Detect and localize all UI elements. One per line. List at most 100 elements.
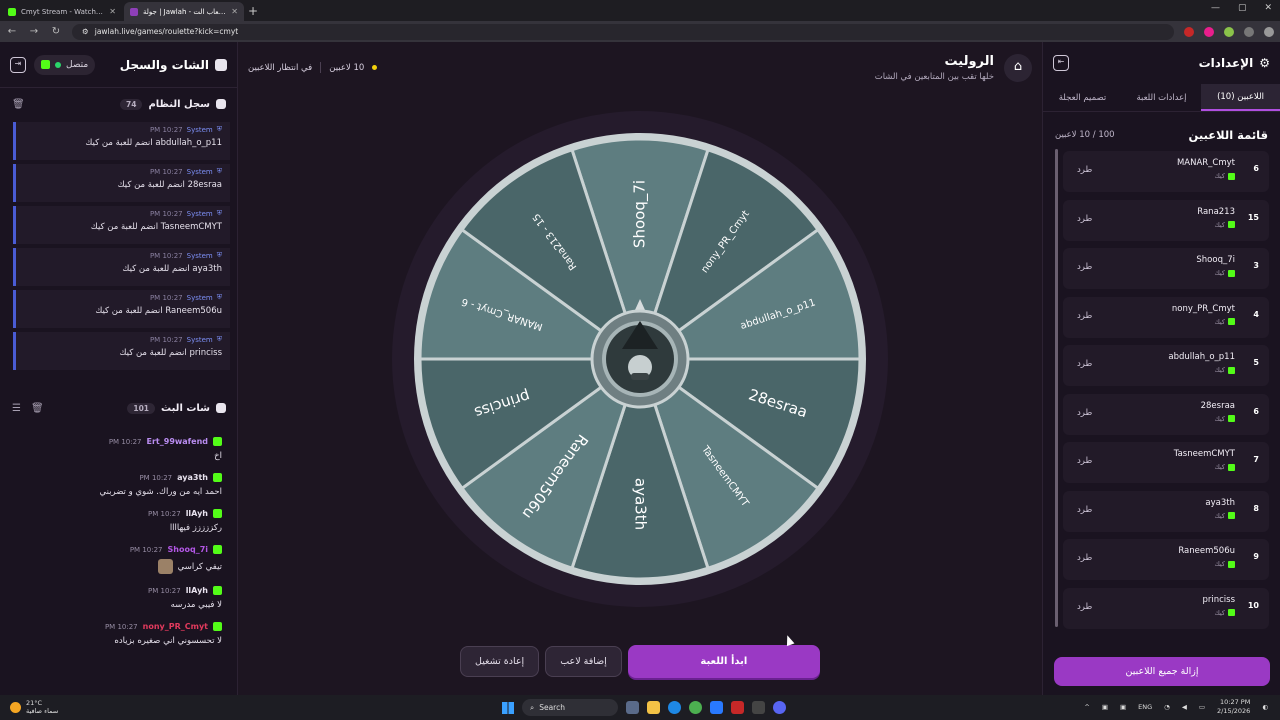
chat-username[interactable]: llAyh	[186, 586, 208, 595]
chat-username[interactable]: Ert_99wafend	[147, 437, 208, 446]
wifi-icon[interactable]: ◔	[1164, 703, 1170, 711]
weather-widget[interactable]: 21°C سماء صافية	[10, 699, 58, 715]
kick-player-button[interactable]: طرد	[1077, 262, 1092, 272]
player-platform: كيك	[1214, 172, 1235, 180]
roulette-wheel[interactable]: Shooq_7i nony_PR_Cmyt abdullah_o_p11 28esra…	[390, 109, 890, 609]
tray-app-icon[interactable]: ▣	[1102, 703, 1108, 711]
chat-username[interactable]: nony_PR_Cmyt	[143, 622, 208, 631]
close-window-icon[interactable]: ✕	[1264, 3, 1272, 13]
collapse-panel-icon[interactable]: ⇥	[10, 56, 26, 73]
home-button[interactable]: ⌂	[1004, 54, 1032, 82]
player-platform: كيك	[1214, 609, 1235, 617]
chat-time: 10:27 PM	[148, 586, 181, 595]
kick-icon	[1228, 221, 1235, 228]
collapse-settings-icon[interactable]: ⇤	[1053, 55, 1069, 71]
url-field[interactable]: ⚙ jawlah.live/games/roulette?kick=cmyt	[72, 23, 1174, 40]
kick-player-button[interactable]: طرد	[1077, 456, 1092, 466]
log-sender: System	[186, 167, 213, 176]
tab-wheel-design[interactable]: تصميم العجلة	[1043, 84, 1122, 111]
chat-username[interactable]: aya3th	[177, 473, 208, 482]
tab-title: جولة | Jawlah - منصة الألعاب الت	[143, 7, 227, 16]
divider	[320, 62, 322, 73]
settings-title: ⚙ الإعدادات	[1199, 56, 1270, 70]
settings-header: ⇤ ⚙ الإعدادات	[1043, 42, 1280, 84]
kick-player-button[interactable]: طرد	[1077, 408, 1092, 418]
tab-game-settings[interactable]: إعدادات اللعبة	[1122, 84, 1201, 111]
app-icon[interactable]	[731, 701, 744, 714]
kick-player-button[interactable]: طرد	[1077, 602, 1092, 612]
volume-icon[interactable]: ◀	[1182, 703, 1187, 711]
player-name: Shooq_7i	[1196, 255, 1235, 265]
player-row: 9 Raneem506u كيك طرد	[1063, 539, 1269, 580]
player-rank: 6	[1253, 406, 1259, 416]
extension-icon[interactable]	[1184, 26, 1194, 37]
chat-message-meta: llAyh 10:27 PM	[16, 509, 222, 518]
tray-app-icon[interactable]: ▣	[1120, 703, 1126, 711]
live-chat-title-text: شات البث	[161, 402, 210, 414]
chat-username[interactable]: Shooq_7i	[168, 545, 208, 554]
add-player-button[interactable]: إضافة لاعب	[545, 646, 622, 677]
shield-icon: ⛨	[216, 251, 222, 259]
restart-button[interactable]: إعادة تشغيل	[460, 646, 540, 677]
kick-player-button[interactable]: طرد	[1077, 214, 1092, 224]
extension-icon[interactable]	[1224, 26, 1234, 37]
chrome-icon[interactable]	[689, 701, 702, 714]
filter-icon[interactable]: ☰	[12, 403, 21, 414]
taskbar-search[interactable]: ⌕ Search	[522, 699, 618, 716]
kick-player-button[interactable]: طرد	[1077, 165, 1092, 175]
player-name: MANAR_Cmyt	[1176, 158, 1235, 168]
extension-icon[interactable]	[1204, 26, 1214, 37]
language-indicator[interactable]: ENG	[1138, 703, 1152, 711]
app-icon[interactable]	[752, 701, 765, 714]
kick-player-button[interactable]: طرد	[1077, 311, 1092, 321]
player-row: 6 28esraa كيك طرد	[1063, 393, 1269, 435]
browser-tab-jawlah[interactable]: جولة | Jawlah - منصة الألعاب الت ✕	[124, 2, 244, 21]
new-tab-button[interactable]: +	[244, 3, 262, 21]
close-tab-icon[interactable]: ✕	[109, 7, 116, 16]
extensions-puzzle-icon[interactable]	[1244, 26, 1254, 37]
chat-message-meta: llAyh 10:27 PM	[16, 586, 222, 595]
player-row: 3 Shooq_7i كيك طرد	[1063, 248, 1269, 289]
online-dot-icon	[55, 61, 61, 68]
battery-icon[interactable]: ▭	[1199, 703, 1205, 711]
kick-player-button[interactable]: طرد	[1077, 553, 1092, 563]
minimize-icon[interactable]: —	[1211, 3, 1220, 13]
chat-time: 10:27 PM	[129, 545, 163, 554]
browser-tab-kick[interactable]: Cmyt Stream - Watch Live on K ✕	[2, 2, 122, 21]
remove-all-players-button[interactable]: إزالة جميع اللاعبين	[1054, 657, 1270, 686]
log-text: aya3th انضم للعبة من كيك	[122, 264, 222, 274]
players-status: 10 لاعبين في انتظار اللاعبين	[248, 62, 378, 73]
profile-avatar-icon[interactable]	[1264, 26, 1274, 37]
chat-username[interactable]: llAyh	[186, 509, 208, 518]
taskbar-clock[interactable]: 10:27 PM 2/15/2026	[1217, 698, 1250, 716]
tab-players[interactable]: اللاعبين (10)	[1201, 84, 1280, 111]
windows-start-icon[interactable]	[502, 701, 514, 714]
chat-text: تيفي كراسي	[177, 561, 222, 572]
maximize-icon[interactable]: ▢	[1238, 3, 1247, 13]
player-platform: كيك	[1214, 221, 1235, 229]
system-log-entry: ⛨ System 10:27 PM Raneem506u انضم للعبة من …	[13, 290, 230, 328]
tray-chevron-icon[interactable]: ^	[1084, 703, 1089, 711]
task-view-icon[interactable]	[626, 701, 639, 714]
discord-icon[interactable]	[773, 701, 786, 714]
chat-message: Ert_99wafend 10:27 PM اخ	[0, 437, 238, 461]
clear-log-trash-icon[interactable]: 🗑	[12, 99, 25, 110]
start-game-button[interactable]: ابدأ اللعبة	[627, 645, 820, 678]
clear-chat-trash-icon[interactable]: 🗑	[31, 403, 44, 414]
file-explorer-icon[interactable]	[647, 701, 660, 714]
close-tab-icon[interactable]: ✕	[231, 7, 238, 16]
chat-text: لا فيبي مدرسه	[170, 600, 222, 610]
kick-player-button[interactable]: طرد	[1077, 359, 1092, 369]
reload-icon[interactable]: ↻	[50, 26, 62, 37]
mail-icon[interactable]	[710, 701, 723, 714]
kick-player-button[interactable]: طرد	[1077, 505, 1092, 515]
back-icon[interactable]: ←	[6, 26, 18, 37]
edge-icon[interactable]	[668, 701, 681, 714]
players-count-text: 10 لاعبين	[329, 62, 365, 73]
forward-icon[interactable]: →	[28, 26, 40, 37]
player-rank: 10	[1247, 600, 1259, 610]
site-info-icon[interactable]: ⚙	[82, 27, 89, 36]
notifications-icon[interactable]: ◐	[1262, 703, 1268, 711]
players-capacity: 100 / 10 لاعبين	[1055, 130, 1115, 140]
system-log-entry: ⛨ System 10:27 PM TasneemCMYT انضم للعبة من…	[13, 206, 230, 244]
